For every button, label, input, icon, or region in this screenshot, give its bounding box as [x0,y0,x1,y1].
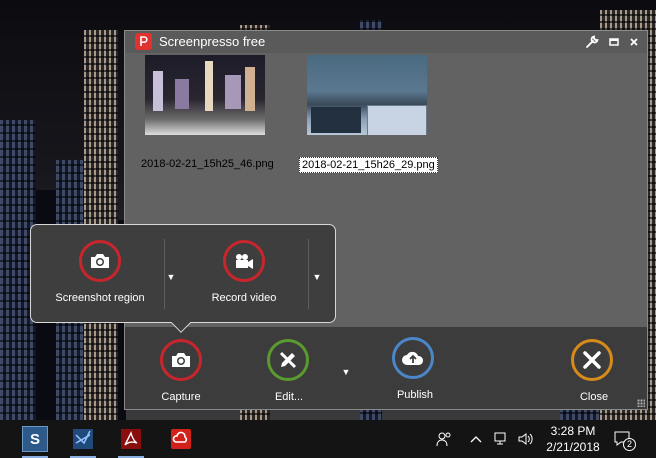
thumbnail-1-filename[interactable]: 2018-02-21_15h25_46.png [139,157,276,171]
video-camera-icon [236,254,253,269]
thumbnail-2[interactable] [307,55,427,135]
creative-cloud-icon[interactable] [166,424,196,454]
pencil-ruler-icon [279,351,297,369]
taskbar-clock[interactable]: 3:28 PM 2/21/2018 [540,423,606,455]
cloud-upload-icon [402,351,424,365]
thumbnail-2-filename[interactable]: 2018-02-21_15h26_29.png [299,157,438,173]
screenpresso-logo-icon [135,33,152,50]
screenshot-region-button[interactable] [79,240,121,282]
record-video-chevron-icon[interactable]: ▼ [311,262,323,292]
resize-grip[interactable] [637,399,645,407]
action-center-icon[interactable]: 2 [614,420,636,458]
visual-studio-icon[interactable] [68,424,98,458]
title-bar[interactable]: Screenpresso free [125,31,647,53]
screenshot-region-label: Screenshot region [55,292,145,304]
camera-icon [91,254,109,268]
popup-divider [308,239,309,309]
edit-label: Edit... [274,391,304,403]
record-video-label: Record video [211,292,277,304]
close-button[interactable] [571,339,613,381]
capture-button[interactable] [160,339,202,381]
screenpresso-window: Screenpresso free 2018-02-21_15h25_46.pn… [124,30,648,410]
volume-icon[interactable] [518,420,534,458]
screenpresso-icon[interactable]: S [20,424,50,458]
window-title: Screenpresso free [159,34,266,49]
edit-button[interactable] [267,339,309,381]
close-x-icon [583,351,601,369]
thumbnail-1[interactable] [145,55,265,135]
acrobat-icon[interactable] [116,424,146,458]
clock-time: 3:28 PM [550,424,596,438]
clock-date: 2/21/2018 [546,440,600,454]
publish-button[interactable] [392,337,434,379]
settings-wrench-icon[interactable] [583,33,601,51]
screenshot-region-chevron-icon[interactable]: ▼ [165,262,177,292]
people-icon[interactable] [436,420,452,458]
notification-count-badge: 2 [623,438,636,451]
record-video-button[interactable] [223,240,265,282]
capture-label: Capture [161,391,201,403]
edit-dropdown-chevron-icon[interactable]: ▼ [340,357,352,387]
capture-popup: Screenshot region ▼ Record video ▼ [30,224,336,323]
publish-label: Publish [396,389,434,401]
close-label: Close [579,391,609,403]
camera-icon [172,353,190,367]
action-bar: Capture Edit... ▼ Publish Close [125,327,647,409]
network-icon[interactable] [494,420,510,458]
maximize-icon[interactable] [605,33,623,51]
close-window-icon[interactable] [625,33,643,51]
show-hidden-icons-chevron-icon[interactable] [470,420,482,458]
taskbar: S 3:28 PM 2/21/2018 2 [0,420,656,458]
